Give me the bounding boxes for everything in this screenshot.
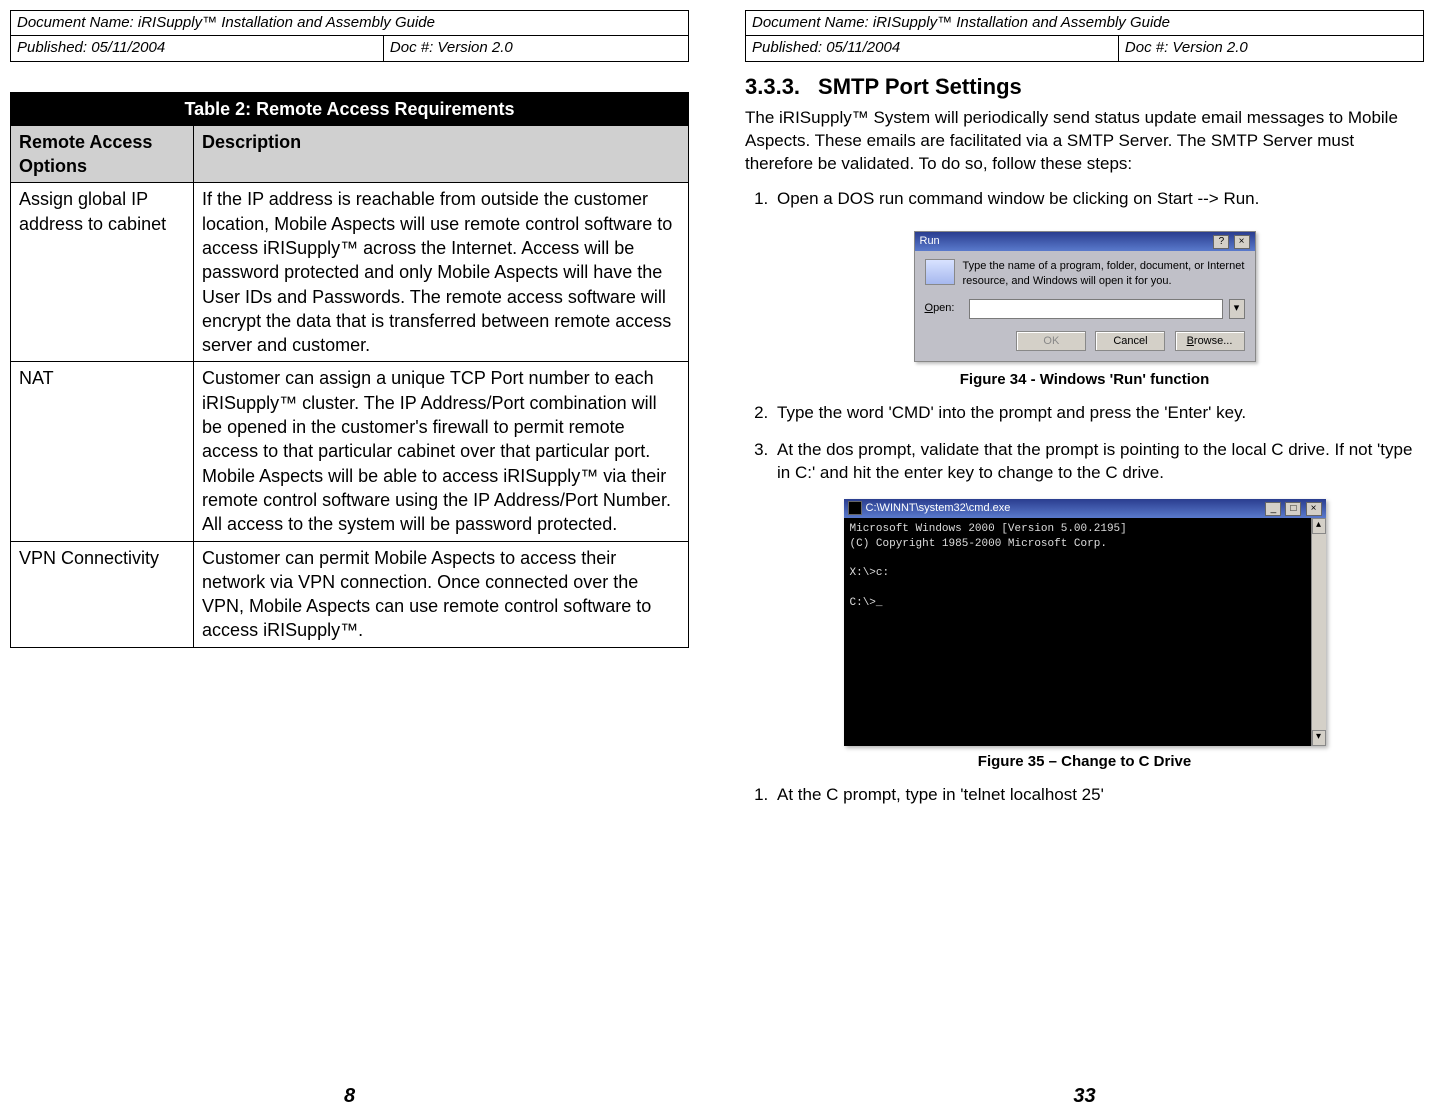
- table-title: Table 2: Remote Access Requirements: [11, 92, 689, 125]
- doc-name: Document Name: iRISupply™ Installation a…: [746, 11, 1424, 36]
- close-icon[interactable]: ×: [1234, 235, 1250, 249]
- run-titlebar[interactable]: Run ? ×: [915, 232, 1255, 251]
- scrollbar[interactable]: ▴ ▾: [1311, 518, 1326, 746]
- page-spread: Document Name: iRISupply™ Installation a…: [0, 0, 1434, 1120]
- page-number: 33: [745, 1073, 1424, 1110]
- scroll-up-icon[interactable]: ▴: [1312, 518, 1326, 534]
- cell-description: If the IP address is reachable from outs…: [194, 183, 689, 362]
- maximize-icon[interactable]: □: [1285, 502, 1301, 516]
- run-body: Type the name of a program, folder, docu…: [915, 251, 1255, 361]
- doc-published: Published: 05/11/2004: [746, 36, 1119, 61]
- cmd-titlebar[interactable]: C:\WINNT\system32\cmd.exe _ □ ×: [844, 499, 1326, 518]
- list-item: Type the word 'CMD' into the prompt and …: [773, 402, 1424, 425]
- cmd-terminal[interactable]: Microsoft Windows 2000 [Version 5.00.219…: [844, 518, 1311, 746]
- cmd-line: X:\>c:: [850, 567, 890, 579]
- dropdown-icon[interactable]: ▾: [1229, 299, 1245, 319]
- cmd-title-text: C:\WINNT\system32\cmd.exe: [866, 501, 1011, 516]
- table-row: Assign global IP address to cabinet If t…: [11, 183, 689, 362]
- doc-number: Doc #: Version 2.0: [1118, 36, 1423, 61]
- ok-button[interactable]: OK: [1016, 331, 1086, 351]
- minimize-icon[interactable]: _: [1265, 502, 1281, 516]
- cell-option: Assign global IP address to cabinet: [11, 183, 194, 362]
- figure-caption: Figure 35 – Change to C Drive: [745, 752, 1424, 772]
- open-input[interactable]: [969, 299, 1223, 319]
- cancel-button[interactable]: Cancel: [1095, 331, 1165, 351]
- cmd-icon: [848, 501, 862, 515]
- run-dialog: Run ? × Type the name of a program, fold…: [914, 231, 1256, 362]
- doc-published: Published: 05/11/2004: [11, 36, 384, 61]
- page-number: 8: [10, 1073, 689, 1110]
- open-label: Open:: [925, 301, 963, 316]
- run-message: Type the name of a program, folder, docu…: [963, 259, 1245, 289]
- browse-button[interactable]: Browse...: [1175, 331, 1245, 351]
- figure-caption: Figure 34 - Windows 'Run' function: [745, 370, 1424, 390]
- cmd-line: (C) Copyright 1985-2000 Microsoft Corp.: [850, 538, 1107, 550]
- scroll-down-icon[interactable]: ▾: [1312, 730, 1326, 746]
- run-title-text: Run: [920, 234, 940, 249]
- doc-number: Doc #: Version 2.0: [383, 36, 688, 61]
- steps-list-1: Open a DOS run command window be clickin…: [745, 188, 1424, 225]
- list-item: Open a DOS run command window be clickin…: [773, 188, 1424, 211]
- section-title: SMTP Port Settings: [818, 74, 1022, 99]
- section-heading: 3.3.3. SMTP Port Settings: [745, 72, 1424, 102]
- cmd-line: Microsoft Windows 2000 [Version 5.00.219…: [850, 523, 1127, 535]
- cell-option: VPN Connectivity: [11, 541, 194, 647]
- close-icon[interactable]: ×: [1306, 502, 1322, 516]
- col-header-description: Description: [194, 125, 689, 183]
- intro-paragraph: The iRISupply™ System will periodically …: [745, 107, 1424, 176]
- remote-access-table: Table 2: Remote Access Requirements Remo…: [10, 92, 689, 648]
- steps-list-3: At the C prompt, type in 'telnet localho…: [745, 784, 1424, 821]
- doc-header-table: Document Name: iRISupply™ Installation a…: [10, 10, 689, 62]
- cmd-line: C:\>_: [850, 597, 883, 609]
- cmd-window: C:\WINNT\system32\cmd.exe _ □ × Microsof…: [844, 499, 1326, 746]
- doc-name: Document Name: iRISupply™ Installation a…: [11, 11, 689, 36]
- help-icon[interactable]: ?: [1213, 235, 1229, 249]
- cell-description: Customer can assign a unique TCP Port nu…: [194, 362, 689, 541]
- list-item: At the dos prompt, validate that the pro…: [773, 439, 1424, 485]
- doc-header-table: Document Name: iRISupply™ Installation a…: [745, 10, 1424, 62]
- table-row: VPN Connectivity Customer can permit Mob…: [11, 541, 689, 647]
- cell-option: NAT: [11, 362, 194, 541]
- list-item: At the C prompt, type in 'telnet localho…: [773, 784, 1424, 807]
- page-left: Document Name: iRISupply™ Installation a…: [0, 0, 717, 1120]
- table-row: NAT Customer can assign a unique TCP Por…: [11, 362, 689, 541]
- col-header-options: Remote Access Options: [11, 125, 194, 183]
- cell-description: Customer can permit Mobile Aspects to ac…: [194, 541, 689, 647]
- run-icon: [925, 259, 955, 285]
- page-right: Document Name: iRISupply™ Installation a…: [717, 0, 1434, 1120]
- steps-list-2: Type the word 'CMD' into the prompt and …: [745, 402, 1424, 499]
- section-number: 3.3.3.: [745, 74, 800, 99]
